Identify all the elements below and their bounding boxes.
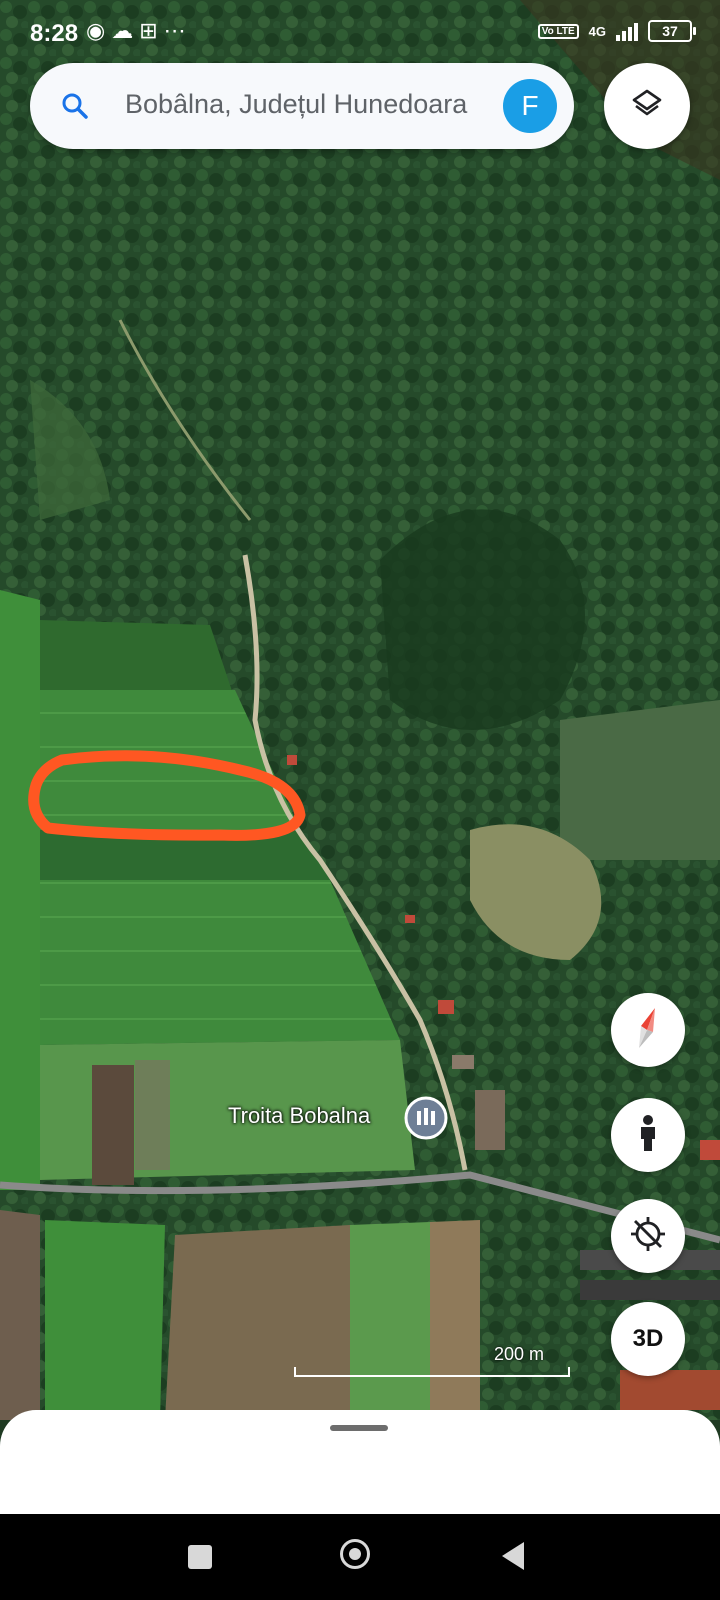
recents-button[interactable] bbox=[188, 1545, 212, 1569]
map-imagery bbox=[0, 0, 720, 1420]
sheet-drag-handle[interactable] bbox=[330, 1425, 388, 1431]
bottom-sheet[interactable] bbox=[0, 1410, 720, 1515]
account-avatar[interactable]: F bbox=[503, 79, 557, 133]
place-label[interactable]: Troita Bobalna bbox=[228, 1103, 370, 1129]
scale-label: 200 m bbox=[494, 1344, 545, 1364]
messenger-icon: ◉ bbox=[86, 18, 112, 43]
3d-button[interactable]: 3D bbox=[611, 1302, 685, 1376]
layers-button[interactable] bbox=[604, 63, 690, 149]
scale-bar bbox=[294, 1367, 570, 1377]
status-time: 8:28 bbox=[30, 20, 79, 47]
search-bar[interactable]: Bobâlna, Județul Hunedoara F bbox=[30, 63, 574, 149]
search-input[interactable]: Bobâlna, Județul Hunedoara bbox=[125, 89, 510, 125]
back-button[interactable] bbox=[502, 1542, 524, 1570]
search-icon[interactable] bbox=[60, 91, 90, 126]
street-view-button[interactable] bbox=[611, 1098, 685, 1172]
network-type: 4G bbox=[588, 23, 606, 39]
my-location-button[interactable] bbox=[611, 1199, 685, 1273]
home-button[interactable] bbox=[340, 1539, 370, 1569]
battery-icon: 37 bbox=[648, 20, 696, 42]
status-bar: 8:28 ◉☁⊞⋯ Vo LTE 4G 37 bbox=[0, 0, 720, 66]
compass-button[interactable] bbox=[611, 993, 685, 1067]
gamepad-icon: ⊞ bbox=[139, 18, 164, 43]
layers-icon bbox=[630, 87, 664, 126]
volte-icon: Vo LTE bbox=[537, 23, 579, 39]
location-disabled-icon bbox=[628, 1214, 668, 1259]
satellite-map[interactable]: Troita Bobalna 200 m bbox=[0, 0, 720, 1420]
cloud-icon: ☁ bbox=[111, 18, 140, 43]
compass-icon bbox=[633, 1006, 663, 1055]
system-nav-bar bbox=[0, 1514, 720, 1600]
more-dots-icon: ⋯ bbox=[163, 18, 192, 43]
signal-icon bbox=[616, 21, 638, 41]
pegman-icon bbox=[635, 1114, 661, 1157]
